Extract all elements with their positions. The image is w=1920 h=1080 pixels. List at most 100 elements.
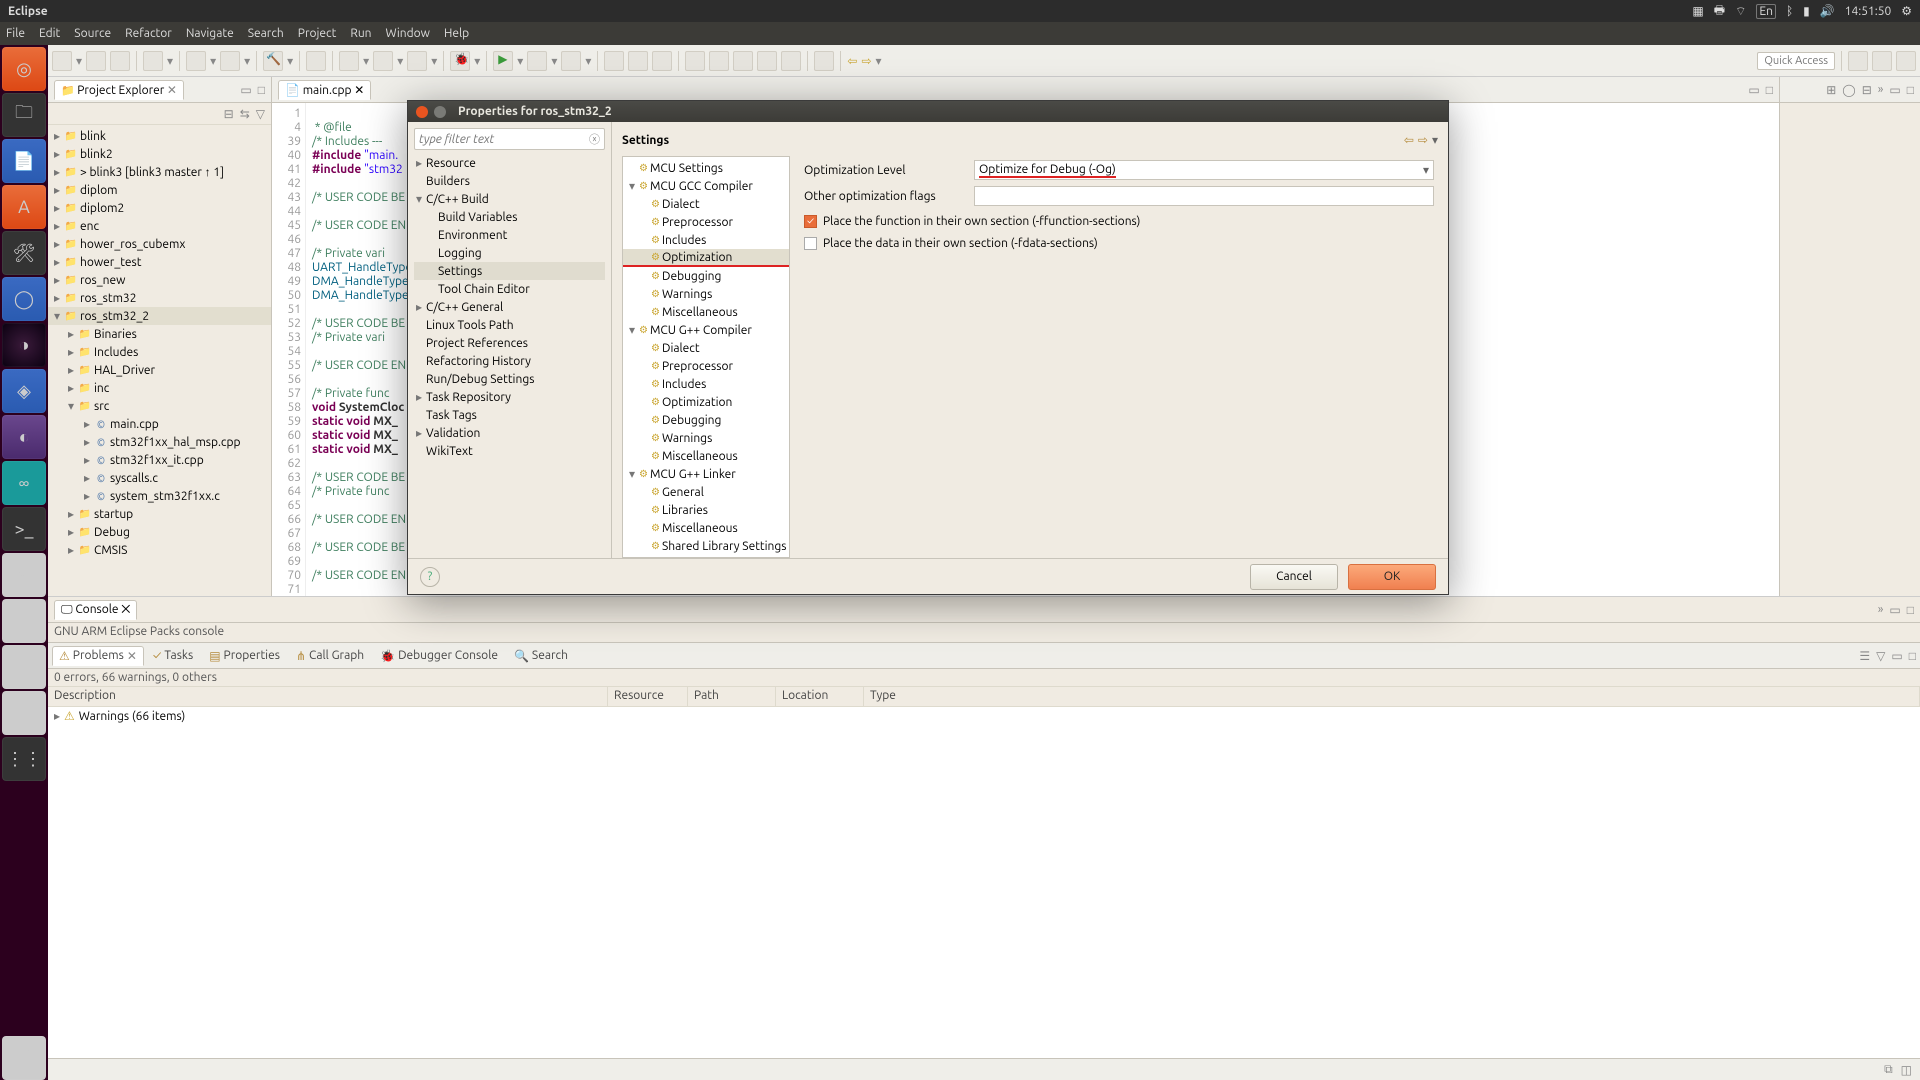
settings-tree-item[interactable]: ▾⚙MCU G++ Linker	[623, 465, 789, 483]
perspective-btn3[interactable]	[1896, 51, 1916, 71]
tbtn-new[interactable]	[52, 51, 72, 71]
filter-clear-icon[interactable]: ⓧ	[589, 131, 600, 147]
tray-gear-icon[interactable]: ⚙	[1901, 4, 1912, 18]
settings-tree-item[interactable]: ⚙MCU Settings	[623, 159, 789, 177]
outline-icon3[interactable]: ⊟	[1862, 83, 1872, 97]
tree-item[interactable]: ▸📁hower_ros_cubemx	[48, 235, 271, 253]
category-item[interactable]: Project References	[414, 334, 605, 352]
tbtn-run2[interactable]	[527, 51, 547, 71]
menu-source[interactable]: Source	[74, 27, 111, 40]
tbtn-search[interactable]	[186, 51, 206, 71]
minimize-view-icon[interactable]: ▭	[240, 83, 251, 97]
quick-access-input[interactable]: Quick Access	[1757, 52, 1835, 70]
project-explorer-tab[interactable]: 📁 Project Explorer ✕	[54, 80, 184, 100]
perspective-btn1[interactable]	[1848, 51, 1868, 71]
tab-search[interactable]: 🔍Search	[507, 646, 575, 666]
tree-item[interactable]: ▸📁diplom2	[48, 199, 271, 217]
tree-item[interactable]: ▸📁diplom	[48, 181, 271, 199]
column-header[interactable]: Resource	[608, 687, 688, 706]
settings-tree[interactable]: ⚙MCU Settings▾⚙MCU GCC Compiler⚙Dialect⚙…	[622, 156, 790, 558]
dialog-titlebar[interactable]: Properties for ros_stm32_2	[408, 101, 1448, 122]
category-item[interactable]: Task Tags	[414, 406, 605, 424]
column-header[interactable]: Description	[48, 687, 608, 706]
tree-item[interactable]: ▸📁HAL_Driver	[48, 361, 271, 379]
tree-item[interactable]: ▸📁blink	[48, 127, 271, 145]
outline-icon1[interactable]: ⊞	[1826, 83, 1836, 97]
other-flags-input[interactable]	[974, 186, 1434, 206]
tree-item[interactable]: ▸📁> blink3 [blink3 master ↑ 1]	[48, 163, 271, 181]
tbtn-open2[interactable]	[373, 51, 393, 71]
category-item[interactable]: Settings	[414, 262, 605, 280]
tree-item[interactable]: ▾📁ros_stm32_2	[48, 307, 271, 325]
menu-file[interactable]: File	[6, 27, 25, 40]
dialog-close-icon[interactable]	[416, 106, 428, 118]
dialog-min-icon[interactable]	[434, 106, 446, 118]
menu-run[interactable]: Run	[350, 27, 371, 40]
settings-tree-item[interactable]: ⚙Miscellaneous	[623, 519, 789, 537]
tbtn-step5[interactable]	[781, 51, 801, 71]
launcher-files-icon[interactable]: 🗀	[2, 93, 46, 137]
tray-bluetooth-icon[interactable]: ᛒ	[1786, 5, 1793, 18]
filter-input-wrap[interactable]: ⓧ	[414, 128, 605, 150]
tbtn-run[interactable]: ▶	[493, 51, 513, 71]
tray-clock[interactable]: 14:51:50	[1845, 5, 1892, 18]
launcher-dash-icon[interactable]: ◎	[2, 47, 46, 91]
settings-tree-item[interactable]: ⚙Shared Library Settings	[623, 537, 789, 555]
category-item[interactable]: Refactoring History	[414, 352, 605, 370]
link-editor-icon[interactable]: ⇆	[240, 107, 250, 121]
launcher-drive1-icon[interactable]: ⛀	[2, 599, 46, 643]
tree-item[interactable]: ▸📁hower_test	[48, 253, 271, 271]
tray-wifi-icon[interactable]: ⌔	[1735, 4, 1746, 19]
tbtn-pkg[interactable]	[306, 51, 326, 71]
category-item[interactable]: Linux Tools Path	[414, 316, 605, 334]
tree-item[interactable]: ▸📁inc	[48, 379, 271, 397]
launcher-terminal-icon[interactable]: >_	[2, 507, 46, 551]
category-item[interactable]: Logging	[414, 244, 605, 262]
nav-back-icon[interactable]: ⇦	[847, 54, 857, 68]
tree-item[interactable]: ▸📁blink2	[48, 145, 271, 163]
tree-item[interactable]: ▸📁Debug	[48, 523, 271, 541]
settings-tree-item[interactable]: ⚙Dialect	[623, 195, 789, 213]
tbtn-misc2[interactable]	[628, 51, 648, 71]
category-item[interactable]: ▸Resource	[414, 154, 605, 172]
tbtn-step1[interactable]	[685, 51, 705, 71]
close-console-icon[interactable]: ✕	[121, 603, 130, 616]
outline-icon2[interactable]: ◯	[1842, 83, 1855, 97]
tbtn-step4[interactable]	[757, 51, 777, 71]
settings-tree-item[interactable]: ⚙Debugging	[623, 411, 789, 429]
tree-item[interactable]: ▸©main.cpp	[48, 415, 271, 433]
settings-tree-item[interactable]: ⚙Preprocessor	[623, 213, 789, 231]
launcher-drive2-icon[interactable]: ⛀	[2, 645, 46, 689]
settings-tree-item[interactable]: ⚙Optimization	[623, 393, 789, 411]
tbtn-pin[interactable]	[814, 51, 834, 71]
tray-lang[interactable]: En	[1756, 4, 1776, 19]
ok-button[interactable]: OK	[1348, 564, 1436, 590]
view-menu-icon[interactable]: ▽	[256, 107, 265, 121]
launcher-drive3-icon[interactable]: ⛀	[2, 691, 46, 735]
settings-tree-item[interactable]: ▾⚙MCU G++ Compiler	[623, 321, 789, 339]
dialog-nav-back-icon[interactable]: ⇦	[1404, 133, 1414, 147]
category-item[interactable]: WikiText	[414, 442, 605, 460]
project-tree[interactable]: ▸📁blink▸📁blink2▸📁> blink3 [blink3 master…	[48, 125, 271, 596]
launcher-eclipse-icon[interactable]: ◐	[2, 415, 46, 459]
settings-tree-item[interactable]: ⚙Optimization	[623, 249, 789, 267]
tbtn-save[interactable]	[86, 51, 106, 71]
console-more-icon[interactable]: »	[1878, 603, 1884, 617]
ffunction-sections-checkbox[interactable]: ✓ Place the function in their own sectio…	[804, 210, 1434, 232]
tab-tasks[interactable]: ✓Tasks	[146, 646, 200, 665]
tree-item[interactable]: ▸📁Binaries	[48, 325, 271, 343]
cancel-button[interactable]: Cancel	[1250, 564, 1338, 590]
tbtn-open3[interactable]	[407, 51, 427, 71]
menu-navigate[interactable]: Navigate	[186, 27, 234, 40]
problems-warnings-row[interactable]: ▸ ⚠ Warnings (66 items)	[48, 707, 1920, 725]
tree-item[interactable]: ▸📁startup	[48, 505, 271, 523]
tab-call-graph[interactable]: ⋔Call Graph	[289, 646, 371, 666]
launcher-gedit-icon[interactable]: ✎	[2, 553, 46, 597]
tbtn-debug[interactable]: 🐞	[450, 51, 470, 71]
console-min-icon[interactable]: ▭	[1889, 603, 1900, 617]
filter-input[interactable]	[419, 133, 589, 146]
tree-item[interactable]: ▸📁enc	[48, 217, 271, 235]
status-icon[interactable]: ⧉	[1884, 1063, 1893, 1077]
close-tab-icon[interactable]: ✕	[354, 84, 364, 97]
launcher-settings-icon[interactable]: 🛠	[2, 231, 46, 275]
